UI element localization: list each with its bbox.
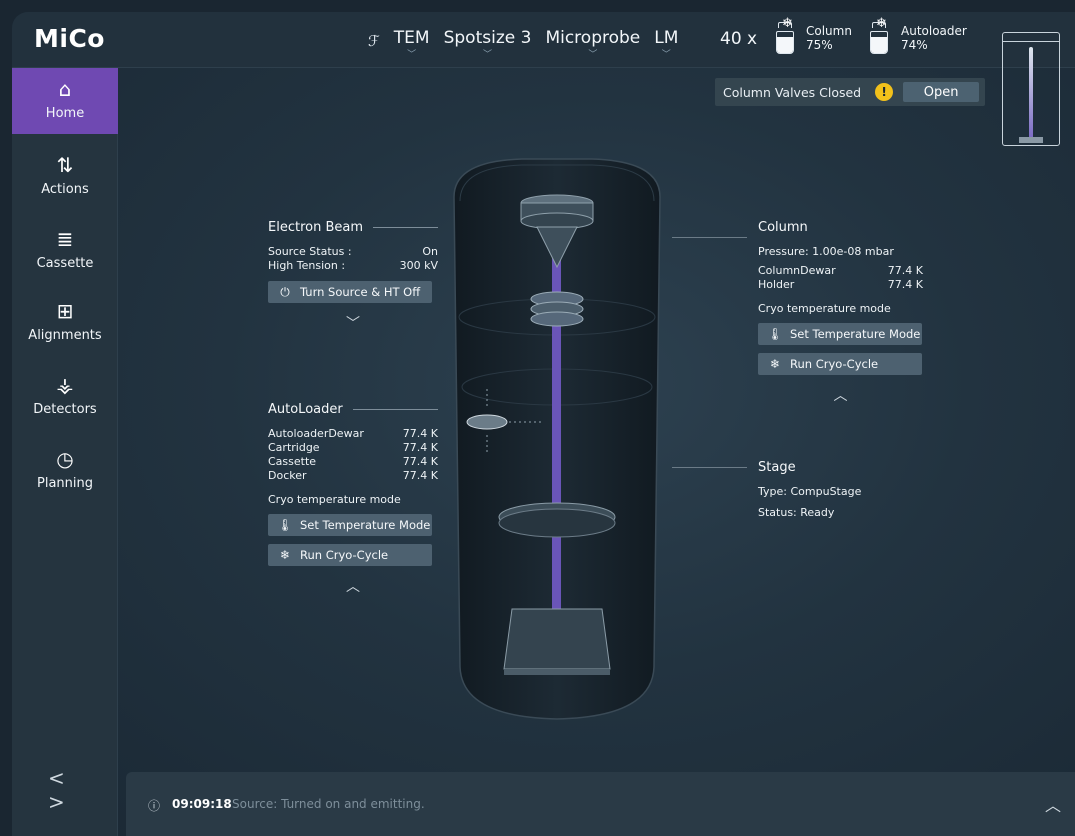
thermometer-icon: 🌡 [767, 327, 783, 341]
cassette-icon: ≣ [56, 227, 74, 251]
expand-icon[interactable]: ﹀ [268, 313, 438, 333]
sidebar: ⌂ Home ⇅ Actions ≣ Cassette ⊞ Alignments ⚶ De… [12, 68, 118, 836]
sidebar-pager[interactable]: < > [48, 766, 117, 814]
electron-beam-title: Electron Beam [268, 220, 363, 235]
status-message: Source: Turned on and emitting. [232, 797, 425, 811]
alignment-icon: ⊞ [56, 299, 74, 323]
set-temperature-mode-button[interactable]: 🌡 Set Temperature Mode [758, 323, 922, 345]
clock-icon: ◷ [56, 447, 74, 471]
stage-type-label: Type: [758, 485, 787, 498]
power-icon: ⏻ [280, 284, 290, 299]
app-window: MiCo ℱ TEM ﹀ Spotsize 3 ﹀ Microprobe ﹀ LM ﹀ … [12, 12, 1075, 836]
run-cryo-cycle-button[interactable]: ❄ Run Cryo-Cycle [268, 544, 432, 566]
home-icon: ⌂ [58, 77, 72, 101]
column-dewar-icon: ❄ [776, 16, 794, 58]
stage-connector [672, 467, 747, 468]
source-status-value: On [422, 245, 438, 258]
sidebar-item-alignments[interactable]: ⊞ Alignments [12, 290, 118, 356]
autoloader-dewar-icon: ❄ [870, 16, 888, 58]
autoloader-panel: AutoLoader AutoloaderDewar 77.4 K Cartrid… [268, 402, 438, 596]
status-bar: ⓘ 09:09:18 Source: Turned on and emittin… [126, 772, 1075, 836]
source-status-label: Source Status : [268, 245, 352, 258]
magnification[interactable]: 40 x [720, 29, 757, 49]
mode-probe[interactable]: Microprobe ﹀ [545, 28, 640, 60]
electron-beam [552, 227, 561, 637]
high-tension-label: High Tension : [268, 259, 346, 272]
cryo-mode-label: Cryo temperature mode [758, 302, 891, 315]
status-time: 09:09:18 [172, 797, 232, 811]
stage-status-value: Ready [800, 506, 835, 519]
table-row: Docker 77.4 K [268, 469, 438, 482]
cryo-mode-label: Cryo temperature mode [268, 493, 401, 506]
optics-mode-selectors: ℱ TEM ﹀ Spotsize 3 ﹀ Microprobe ﹀ LM ﹀ [368, 28, 678, 60]
column-title: Column [758, 220, 808, 235]
column-level: Column 75% [806, 24, 852, 52]
column-valves-bar: Column Valves Closed ! Open [715, 78, 985, 106]
refresh-icon: ⇅ [56, 153, 74, 177]
collapse-icon[interactable]: ︿ [758, 385, 923, 405]
expand-log-icon[interactable]: ︿ [1045, 792, 1061, 816]
open-valves-button[interactable]: Open [903, 82, 980, 102]
mode-tem[interactable]: TEM ﹀ [394, 28, 430, 60]
table-row: AutoloaderDewar 77.4 K [268, 427, 438, 440]
run-cryo-cycle-button[interactable]: ❄ Run Cryo-Cycle [758, 353, 922, 375]
stage-type-value: CompuStage [790, 485, 862, 498]
thermometer-icon: 🌡 [277, 518, 293, 532]
autoloader-level: Autoloader 74% [901, 24, 967, 52]
microscope-overview-map[interactable] [1002, 32, 1060, 146]
warning-icon: ! [875, 83, 894, 101]
electron-beam-panel: Electron Beam Source Status : On High Ten… [268, 220, 438, 333]
table-row: Cassette 77.4 K [268, 455, 438, 468]
column-connector [672, 237, 747, 238]
sidebar-item-detectors[interactable]: ⚶ Detectors [12, 364, 118, 430]
cryo-cycle-icon: ❄ [279, 548, 291, 562]
sidebar-item-cassette[interactable]: ≣ Cassette [12, 218, 118, 284]
mode-spotsize[interactable]: Spotsize 3 ﹀ [444, 28, 532, 60]
info-icon: ⓘ [148, 799, 161, 813]
stage-title: Stage [758, 460, 796, 475]
turn-source-off-button[interactable]: ⏻ Turn Source & HT Off [268, 281, 432, 303]
column-panel: Column Pressure: 1.00e-08 mbar ColumnDew… [758, 220, 923, 405]
table-row: Holder 77.4 K [758, 278, 923, 291]
sidebar-item-planning[interactable]: ◷ Planning [12, 438, 118, 504]
sidebar-item-home[interactable]: ⌂ Home [12, 68, 118, 134]
high-tension-value: 300 kV [399, 259, 438, 272]
column-pressure: Pressure: 1.00e-08 mbar [758, 245, 894, 258]
stage-status-label: Status: [758, 506, 797, 519]
table-row: ColumnDewar 77.4 K [758, 264, 923, 277]
detector-icon: ⚶ [56, 373, 74, 397]
sidebar-item-actions[interactable]: ⇅ Actions [12, 144, 118, 210]
microscope-illustration [453, 158, 661, 720]
collapse-icon[interactable]: ︿ [268, 576, 438, 596]
table-row: Cartridge 77.4 K [268, 441, 438, 454]
top-bar: MiCo ℱ TEM ﹀ Spotsize 3 ﹀ Microprobe ﹀ LM ﹀ … [12, 12, 1075, 146]
lens-icon: ℱ [368, 32, 380, 50]
app-title: MiCo [34, 24, 105, 53]
cryo-cycle-icon: ❄ [769, 357, 781, 371]
autoloader-title: AutoLoader [268, 402, 343, 417]
stage-panel: Stage Type: CompuStage Status: Ready [758, 460, 923, 519]
set-temperature-mode-button[interactable]: 🌡 Set Temperature Mode [268, 514, 432, 536]
valves-status: Column Valves Closed [723, 84, 862, 100]
mode-lm[interactable]: LM ﹀ [654, 28, 678, 60]
